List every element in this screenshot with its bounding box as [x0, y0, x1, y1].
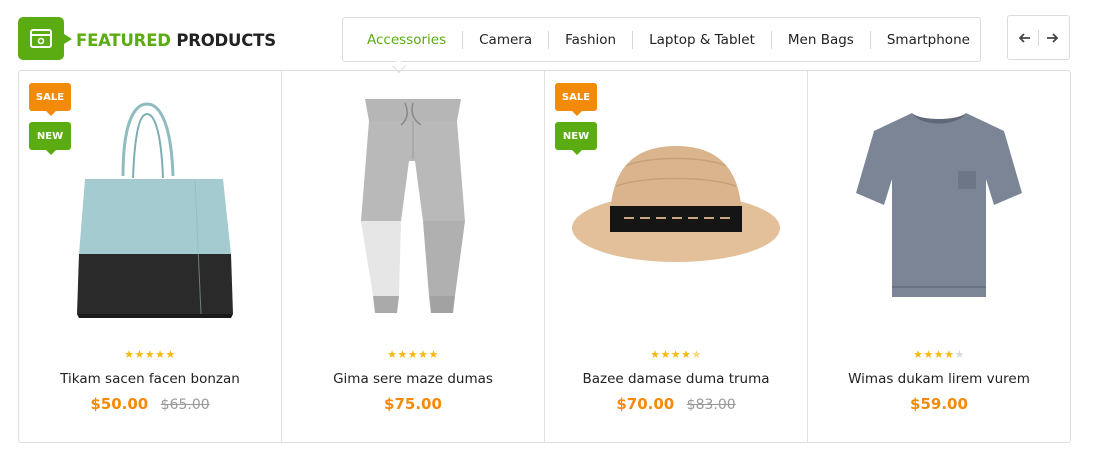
- product-card[interactable]: ★★★★★ Gima sere maze dumas $75.00: [282, 71, 545, 442]
- product-image-tote-bag[interactable]: [19, 81, 281, 331]
- carousel-nav: [1007, 15, 1070, 60]
- sale-badge: SALE: [555, 83, 597, 116]
- new-badge: NEW: [555, 122, 597, 155]
- product-name[interactable]: Gima sere maze dumas: [282, 371, 544, 387]
- category-tabs: Accessories Camera Fashion Laptop & Tabl…: [342, 17, 981, 62]
- section-header: FEATURED PRODUCTS Accessories Camera Fas…: [0, 0, 1094, 74]
- product-price: $50.00: [90, 395, 149, 413]
- product-price: $70.00: [616, 395, 675, 413]
- tab-camera[interactable]: Camera: [463, 30, 550, 49]
- product-price: $59.00: [910, 395, 968, 413]
- product-image-tshirt[interactable]: [808, 81, 1070, 331]
- product-name[interactable]: Wimas dukam lirem vurem: [808, 371, 1070, 387]
- tab-men-bags[interactable]: Men Bags: [772, 30, 871, 49]
- section-title: FEATURED PRODUCTS: [76, 31, 276, 50]
- rating-stars: ★★★★★: [387, 349, 439, 361]
- arrow-left-icon[interactable]: [1014, 28, 1036, 48]
- product-prices: $59.00: [808, 395, 1070, 414]
- product-card[interactable]: SALE NEW ★★★★★ Bazee damase duma truma $…: [545, 71, 808, 442]
- product-old-price: $83.00: [686, 397, 736, 413]
- product-prices: $70.00 $83.00: [545, 395, 807, 414]
- product-old-price: $65.00: [160, 397, 210, 413]
- tab-laptop-tablet[interactable]: Laptop & Tablet: [633, 30, 772, 49]
- arrow-right-icon[interactable]: [1041, 28, 1063, 48]
- product-prices: $50.00 $65.00: [19, 395, 281, 414]
- window-icon: [18, 17, 72, 60]
- tab-accessories[interactable]: Accessories: [357, 30, 464, 49]
- rating-stars: ★★★★★: [124, 349, 176, 361]
- product-card[interactable]: SALE NEW ★★★★★ Tikam sacen facen bonzan …: [19, 71, 282, 442]
- sale-badge: SALE: [29, 83, 71, 116]
- title-part-products: PRODUCTS: [176, 31, 276, 50]
- product-prices: $75.00: [282, 395, 544, 414]
- product-price: $75.00: [384, 395, 442, 413]
- product-image-straw-hat[interactable]: [545, 81, 807, 331]
- rating-stars: ★★★★★: [913, 349, 965, 361]
- tab-fashion[interactable]: Fashion: [549, 30, 634, 49]
- rating-stars: ★★★★★: [650, 349, 702, 361]
- product-grid: SALE NEW ★★★★★ Tikam sacen facen bonzan …: [18, 70, 1071, 443]
- product-name[interactable]: Tikam sacen facen bonzan: [19, 371, 281, 387]
- tab-smartphone[interactable]: Smartphone: [871, 31, 986, 49]
- product-name[interactable]: Bazee damase duma truma: [545, 371, 807, 387]
- product-image-sweatpants[interactable]: [282, 81, 544, 331]
- product-card[interactable]: ★★★★★ Wimas dukam lirem vurem $59.00: [808, 71, 1070, 442]
- nav-divider: [1038, 29, 1039, 46]
- title-part-featured: FEATURED: [76, 31, 171, 50]
- new-badge: NEW: [29, 122, 71, 155]
